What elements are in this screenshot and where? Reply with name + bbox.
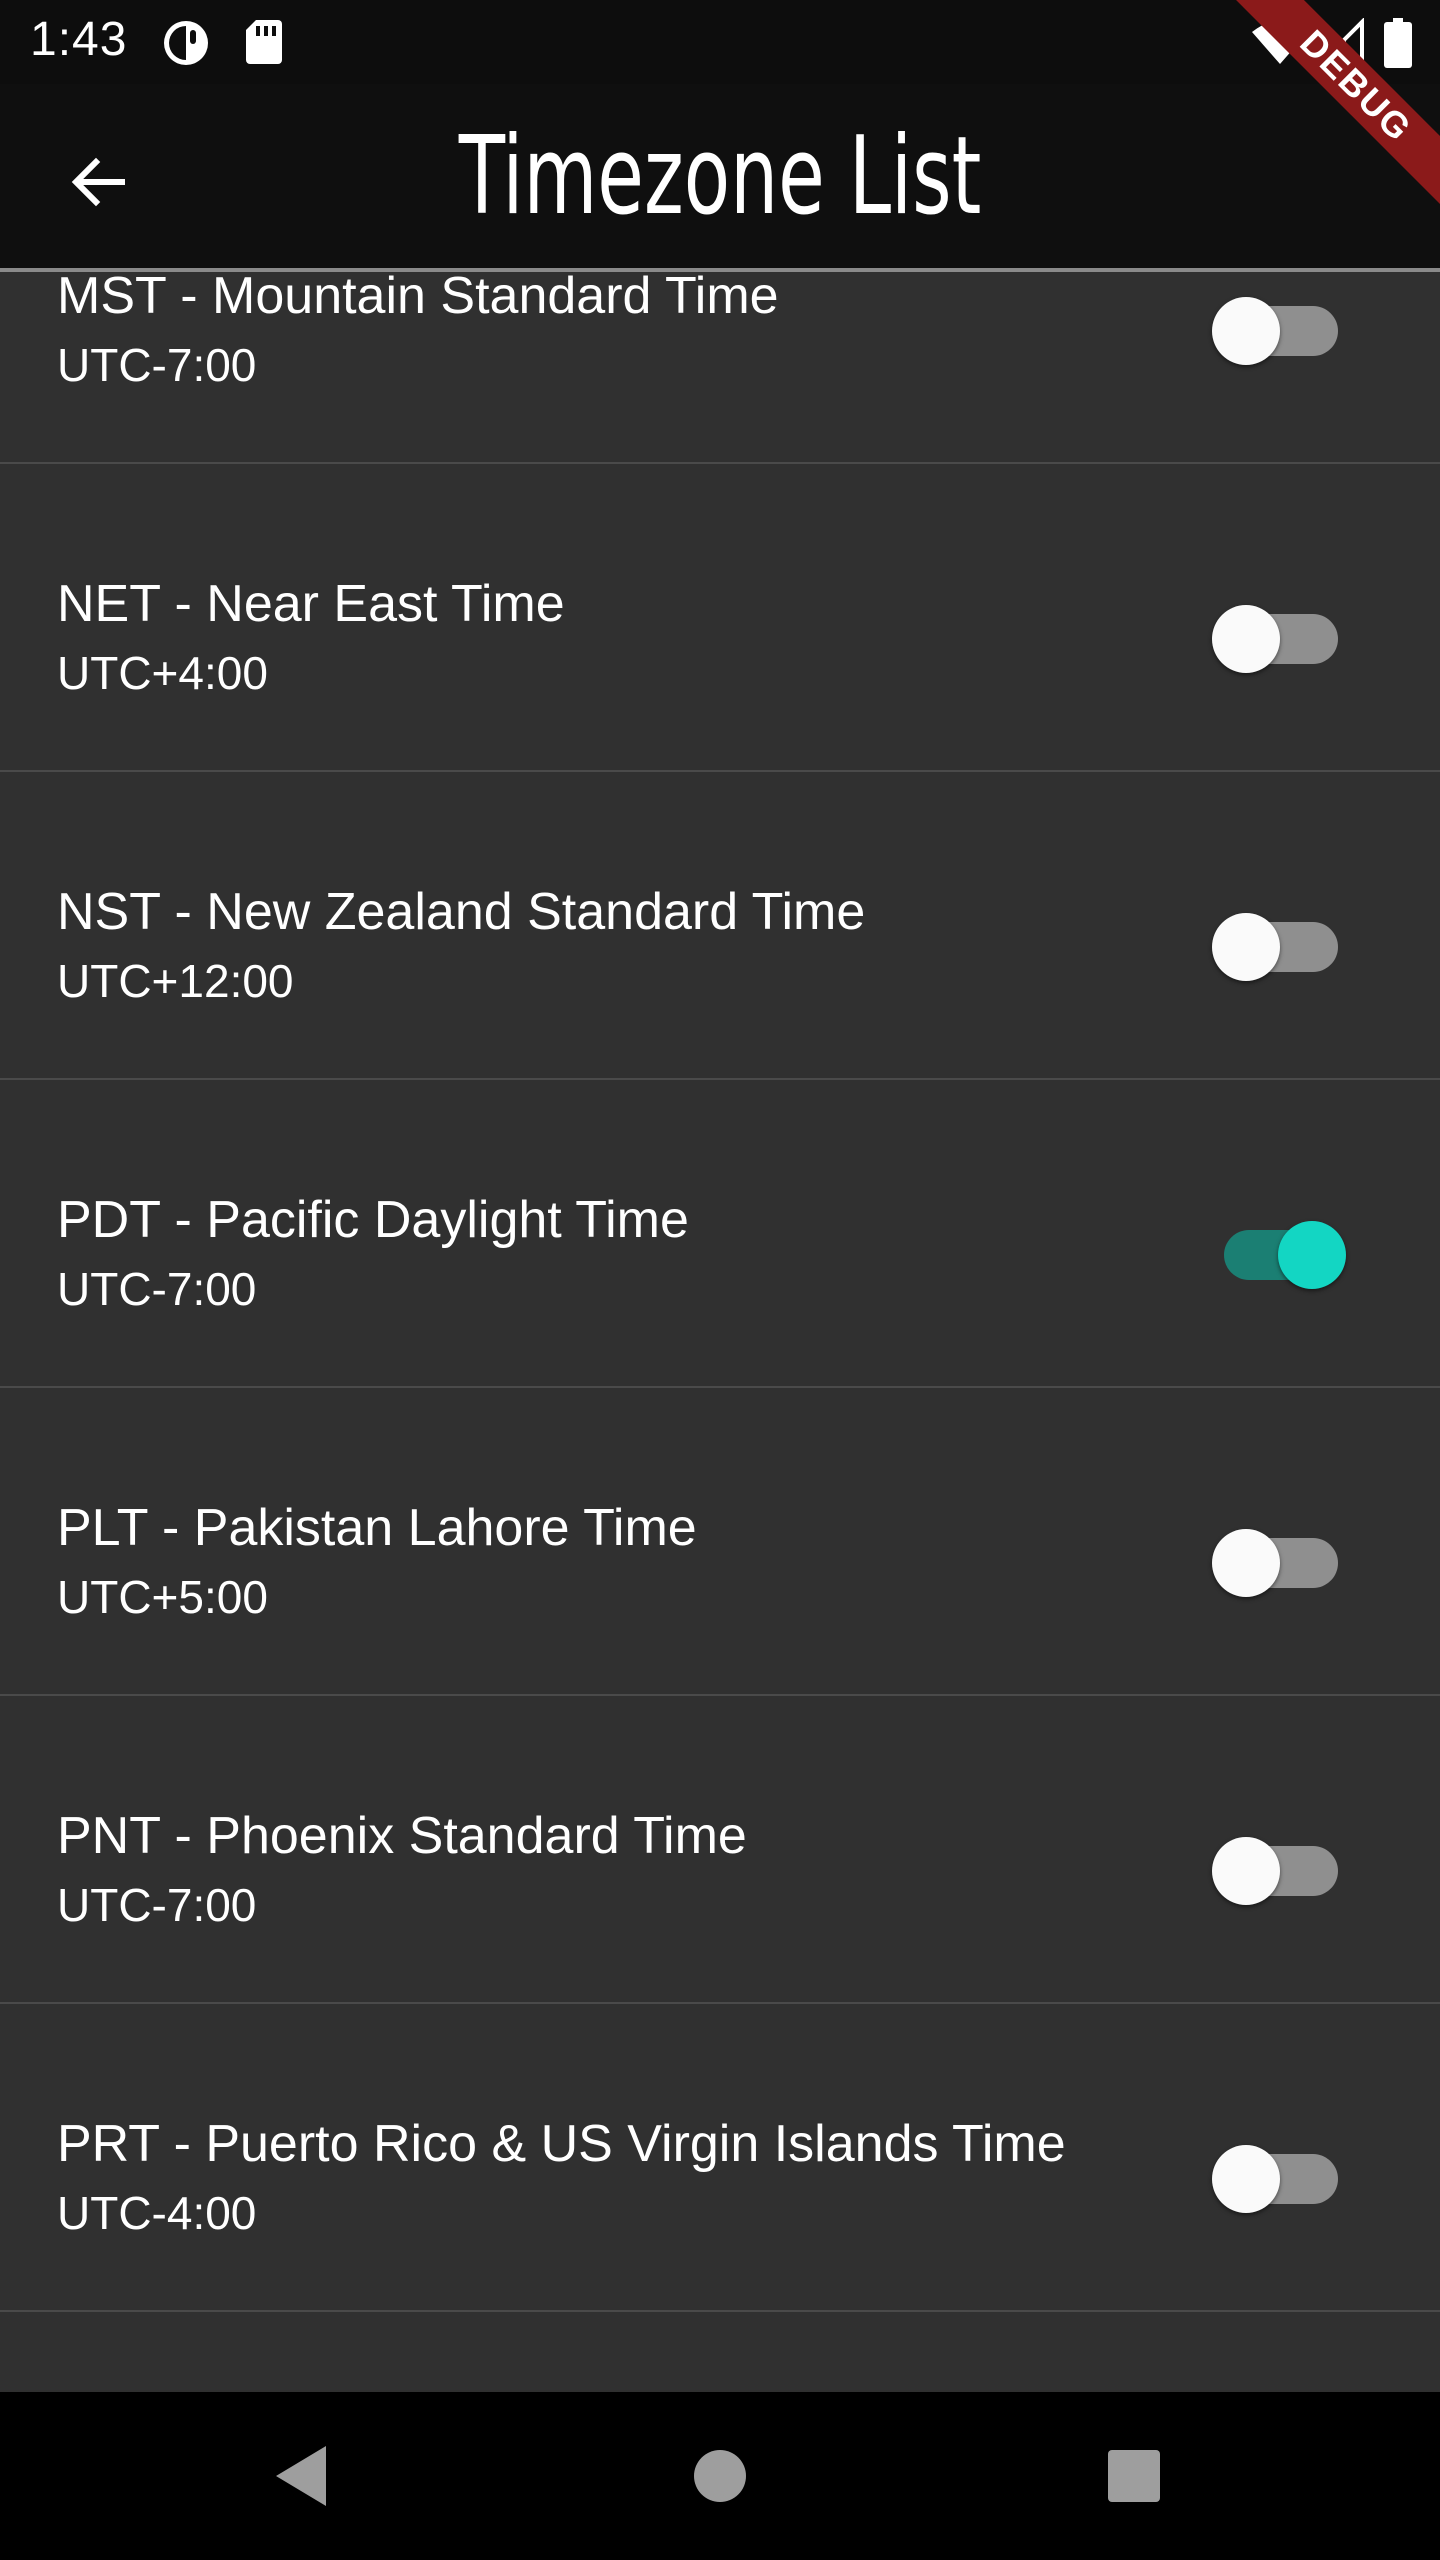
timezone-offset: UTC+12:00 — [57, 955, 294, 1007]
timezone-offset: UTC-4:00 — [57, 2187, 257, 2239]
timezone-title: NST - New Zealand Standard Time — [57, 883, 866, 941]
switch-thumb — [1278, 1221, 1346, 1289]
nav-recents-button[interactable] — [1092, 2434, 1176, 2518]
system-nav-bar — [0, 2392, 1440, 2560]
timezone-row[interactable]: NST - New Zealand Standard Time UTC+12:00 — [0, 772, 1440, 1080]
back-triangle-icon — [276, 2446, 326, 2506]
timezone-offset: UTC-7:00 — [57, 1879, 257, 1931]
timezone-toggle-switch[interactable] — [1212, 283, 1352, 365]
signal-icon — [1315, 17, 1364, 71]
home-circle-icon — [694, 2450, 746, 2502]
timezone-toggle-switch[interactable] — [1212, 2131, 1352, 2213]
timezone-row[interactable]: PRT - Puerto Rico & US Virgin Islands Ti… — [0, 2004, 1440, 2312]
timezone-list[interactable]: MST - Mountain Standard Time UTC-7:00 NET … — [0, 272, 1440, 2392]
timezone-title: NET - Near East Time — [57, 575, 565, 633]
status-bar: 1:43 — [0, 0, 1440, 84]
nav-back-button[interactable] — [262, 2434, 346, 2518]
timezone-offset: UTC+5:00 — [57, 1571, 268, 1623]
timezone-row[interactable]: PDT - Pacific Daylight Time UTC-7:00 — [0, 1080, 1440, 1388]
timezone-toggle-switch[interactable] — [1212, 899, 1352, 981]
switch-thumb — [1212, 2145, 1280, 2213]
timezone-title: PLT - Pakistan Lahore Time — [57, 1499, 697, 1557]
recents-square-icon — [1108, 2450, 1160, 2502]
timezone-row[interactable]: PNT - Phoenix Standard Time UTC-7:00 — [0, 1696, 1440, 2004]
timezone-offset: UTC-7:00 — [57, 339, 257, 391]
switch-thumb — [1212, 913, 1280, 981]
nav-home-button[interactable] — [678, 2434, 762, 2518]
status-time: 1:43 — [30, 13, 128, 66]
timezone-row[interactable]: NET - Near East Time UTC+4:00 — [0, 464, 1440, 772]
arrow-back-icon — [71, 157, 125, 207]
timezone-title: PRT - Puerto Rico & US Virgin Islands Ti… — [57, 2115, 1066, 2173]
data-saver-icon — [160, 18, 214, 73]
switch-thumb — [1212, 297, 1280, 365]
app-bar: Timezone List — [0, 84, 1440, 272]
timezone-toggle-switch[interactable] — [1212, 1207, 1352, 1289]
sd-card-icon — [244, 18, 284, 71]
switch-thumb — [1212, 1529, 1280, 1597]
timezone-toggle-switch[interactable] — [1212, 1515, 1352, 1597]
wifi-icon — [1250, 18, 1310, 71]
switch-thumb — [1212, 1837, 1280, 1905]
timezone-offset: UTC+4:00 — [57, 647, 268, 699]
timezone-row[interactable]: PLT - Pakistan Lahore Time UTC+5:00 — [0, 1388, 1440, 1696]
back-button[interactable] — [50, 134, 146, 230]
page-title: Timezone List — [458, 113, 982, 239]
timezone-toggle-switch[interactable] — [1212, 591, 1352, 673]
battery-icon — [1384, 18, 1412, 73]
timezone-title: PDT - Pacific Daylight Time — [57, 1191, 689, 1249]
timezone-title: PNT - Phoenix Standard Time — [57, 1807, 747, 1865]
switch-thumb — [1212, 605, 1280, 673]
timezone-title: MST - Mountain Standard Time — [57, 272, 779, 325]
timezone-offset: UTC-7:00 — [57, 1263, 257, 1315]
timezone-toggle-switch[interactable] — [1212, 1823, 1352, 1905]
timezone-row[interactable]: MST - Mountain Standard Time UTC-7:00 — [0, 272, 1440, 464]
